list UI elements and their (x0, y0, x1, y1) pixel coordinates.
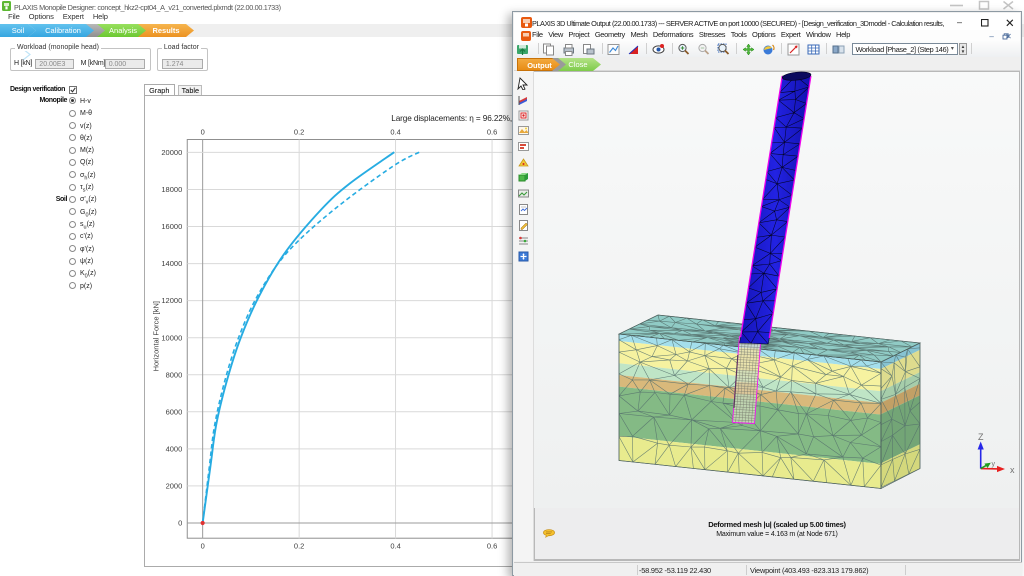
svg-text:2000: 2000 (165, 481, 182, 490)
svg-text:0.4: 0.4 (390, 127, 400, 136)
svg-text:16000: 16000 (161, 222, 182, 231)
svg-text:0: 0 (200, 541, 204, 550)
svg-text:4000: 4000 (165, 444, 182, 453)
svg-text:0.2: 0.2 (294, 127, 304, 136)
svg-text:y: y (992, 461, 996, 468)
svg-text:0: 0 (200, 127, 204, 136)
svg-text:20000: 20000 (161, 148, 182, 157)
svg-text:6000: 6000 (165, 407, 182, 416)
svg-text:x: x (1010, 465, 1015, 475)
svg-text:10000: 10000 (161, 333, 182, 342)
svg-text:Large displacements: η = 96.22: Large displacements: η = 96.22%, (391, 114, 512, 123)
svg-text:Horizontal Force [kN]: Horizontal Force [kN] (151, 301, 160, 371)
svg-text:0: 0 (178, 518, 182, 527)
svg-text:0.2: 0.2 (294, 541, 304, 550)
svg-text:0.6: 0.6 (487, 541, 497, 550)
svg-text:8000: 8000 (165, 370, 182, 379)
svg-text:18000: 18000 (161, 185, 182, 194)
svg-text:0.4: 0.4 (390, 541, 400, 550)
svg-text:12000: 12000 (161, 296, 182, 305)
svg-text:14000: 14000 (161, 259, 182, 268)
svg-text:Z: Z (978, 432, 984, 442)
svg-text:0.6: 0.6 (487, 127, 497, 136)
